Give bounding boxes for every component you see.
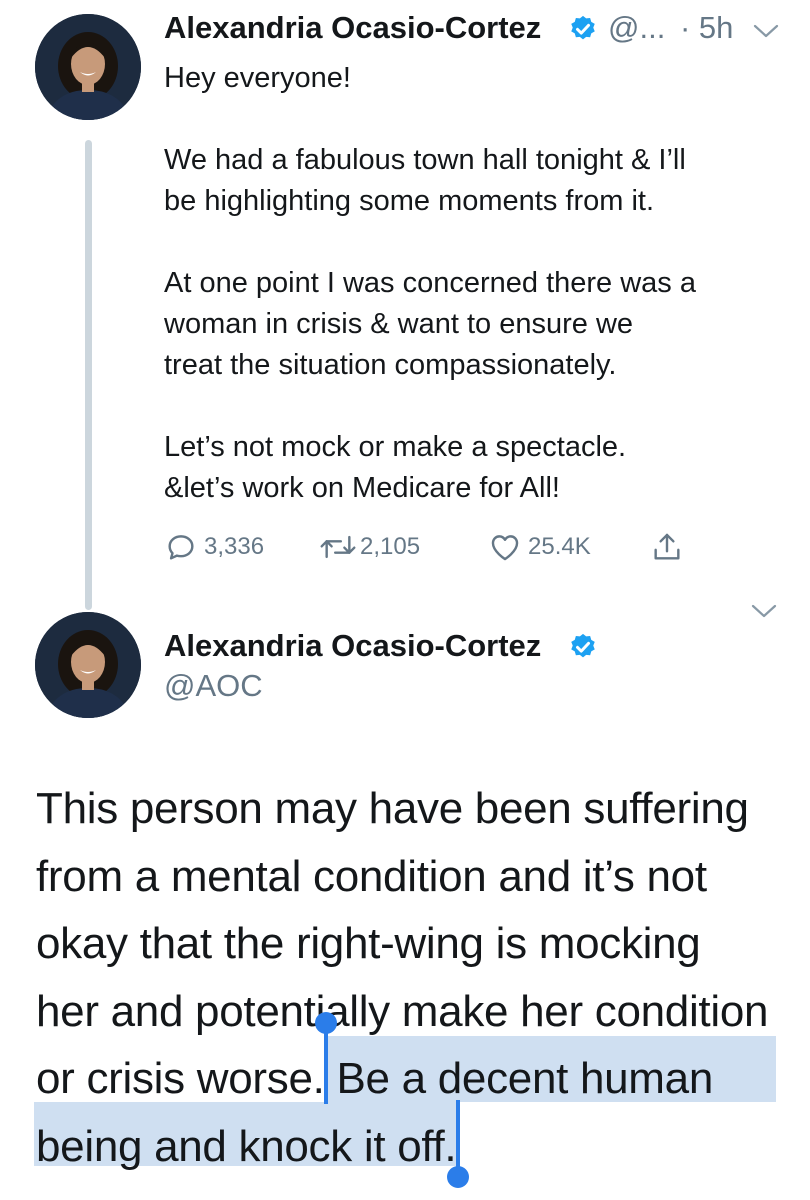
tweet-timestamp[interactable]: · 5h — [680, 10, 733, 46]
tweet-text-line: or crisis worse. Be a decent human — [36, 1054, 713, 1103]
reply-icon — [168, 535, 194, 560]
thread-connector-line — [85, 140, 92, 610]
retweet-button[interactable]: 2,105 — [318, 530, 420, 564]
retweet-count: 2,105 — [360, 533, 421, 560]
tweet-text-line — [164, 386, 696, 427]
author-handle[interactable]: @... — [608, 10, 665, 46]
chevron-down-icon[interactable] — [752, 22, 780, 40]
tweet-text-line: At one point I was concerned there was a — [164, 267, 696, 299]
author-name[interactable]: Alexandria Ocasio-Cortez — [164, 628, 541, 664]
tweet-text-line: Let’s not mock or make a spectacle. — [164, 431, 627, 463]
retweet-icon — [320, 535, 356, 559]
author-handle[interactable]: @AOC — [164, 668, 263, 704]
tweet-text-line: be highlighting some moments from it. — [164, 185, 654, 217]
tweet-text: This person may have been suffering from… — [36, 775, 768, 1180]
tweet-text-line: We had a fabulous town hall tonight & I’… — [164, 144, 686, 176]
author-name[interactable]: Alexandria Ocasio-Cortez — [164, 10, 541, 46]
avatar[interactable] — [35, 612, 141, 718]
tweet-text-line: Hey everyone! — [164, 62, 351, 94]
tweet-text-line: &let’s work on Medicare for All! — [164, 472, 560, 504]
tweet-text-line — [164, 222, 696, 263]
tweet-text-line: being and knock it off. — [36, 1121, 457, 1171]
avatar[interactable] — [35, 14, 141, 120]
share-icon — [654, 533, 680, 560]
heart-icon — [491, 535, 519, 561]
chevron-down-icon[interactable] — [750, 602, 778, 620]
tweet-text-line: okay that the right-wing is mocking — [36, 919, 701, 968]
share-button[interactable] — [650, 530, 684, 564]
selection-end-handle[interactable] — [447, 1166, 469, 1188]
reply-button[interactable]: 3,336 — [164, 530, 264, 564]
tweet-text: Hey everyone! We had a fabulous town hal… — [164, 58, 696, 509]
tweet-text-line: This person may have been suffering — [36, 784, 749, 833]
tweet-text-line: from a mental condition and it’s not — [36, 851, 707, 901]
tweet-text-line — [164, 99, 696, 140]
tweet-text-line: her and potentially make her condition — [36, 986, 769, 1036]
like-count: 25.4K — [528, 533, 591, 560]
reply-count: 3,336 — [204, 533, 265, 560]
verified-badge-icon — [571, 15, 595, 40]
like-button[interactable]: 25.4K — [488, 530, 591, 564]
selection-end-caret — [456, 1100, 460, 1172]
tweet-text-line: woman in crisis & want to ensure we — [164, 308, 634, 340]
selection-start-caret — [324, 1028, 328, 1104]
verified-badge-icon — [571, 633, 595, 658]
tweet-text-line: treat the situation compassionately. — [164, 349, 617, 381]
